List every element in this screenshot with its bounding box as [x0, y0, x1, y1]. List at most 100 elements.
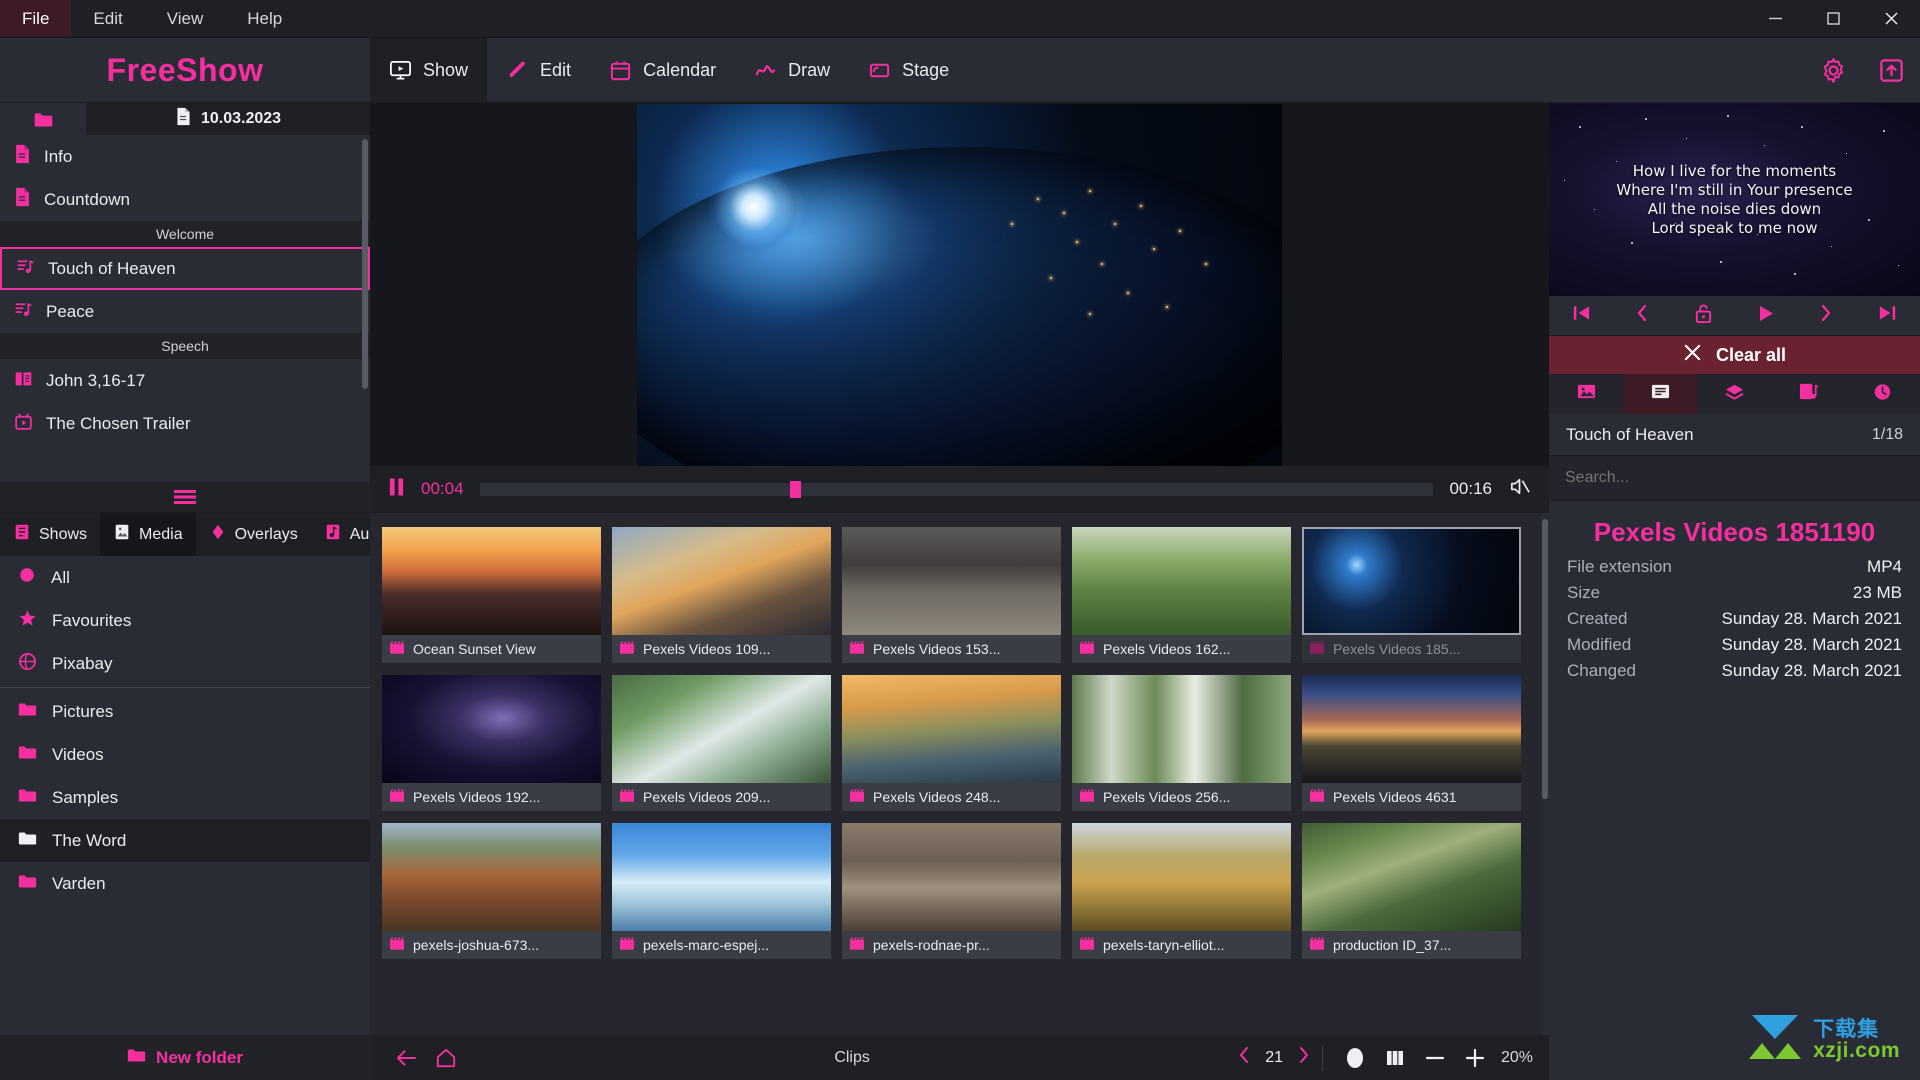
media-cell[interactable]: pexels-joshua-673... — [382, 823, 601, 959]
tab-draw[interactable]: Draw — [735, 38, 849, 102]
media-grid: Ocean Sunset View Pexels Videos 109... P… — [370, 513, 1541, 1035]
media-cell[interactable]: production ID_37... — [1302, 823, 1521, 959]
unlock-icon[interactable] — [1694, 303, 1713, 329]
song-icon — [16, 257, 35, 281]
minus-icon[interactable] — [1415, 1048, 1455, 1068]
seek-handle[interactable] — [790, 481, 801, 498]
pause-icon[interactable] — [388, 477, 405, 502]
video-controls: 00:04 00:16 — [370, 466, 1549, 512]
project-panel: 10.03.2023 Info Countdown Wel — [0, 103, 370, 513]
menu-file[interactable]: File — [0, 0, 71, 37]
clear-tab-music[interactable] — [1772, 374, 1846, 414]
media-grid-scrollbar[interactable] — [1541, 513, 1549, 1035]
category-all[interactable]: All — [0, 556, 370, 599]
clip-icon — [1309, 641, 1325, 658]
media-cell[interactable]: Pexels Videos 209... — [612, 675, 831, 811]
chevron-left-icon[interactable] — [1238, 1046, 1251, 1069]
media-cell[interactable]: Pexels Videos 162... — [1072, 527, 1291, 663]
search-input[interactable] — [1565, 469, 1904, 487]
project-item-countdown[interactable]: Countdown — [0, 178, 370, 221]
left-column: 10.03.2023 Info Countdown Wel — [0, 103, 370, 1080]
project-item-label: John 3,16-17 — [46, 371, 145, 391]
clear-tab-image[interactable] — [1549, 374, 1623, 414]
gear-icon[interactable] — [1804, 38, 1862, 102]
media-cell[interactable]: Pexels Videos 248... — [842, 675, 1061, 811]
project-item-john-3[interactable]: John 3,16-17 — [0, 359, 370, 402]
skip-start-icon[interactable] — [1571, 304, 1592, 327]
output-slide-index: 1/18 — [1872, 426, 1903, 444]
layers-icon — [1724, 382, 1745, 406]
media-cell[interactable]: Ocean Sunset View — [382, 527, 601, 663]
project-folder-button[interactable] — [0, 103, 86, 135]
media-cell[interactable]: Pexels Videos 4631 — [1302, 675, 1521, 811]
media-cell[interactable]: Pexels Videos 153... — [842, 527, 1061, 663]
media-count: 21 — [1265, 1049, 1283, 1067]
menu-help[interactable]: Help — [225, 0, 304, 37]
chevron-right-icon[interactable] — [1818, 304, 1833, 327]
category-label: Pictures — [52, 702, 113, 722]
tab-calendar[interactable]: Calendar — [590, 38, 735, 102]
project-item-info[interactable]: Info — [0, 135, 370, 178]
project-item-touch-of-heaven[interactable]: Touch of Heaven — [0, 247, 370, 290]
grid-icon[interactable] — [1375, 1048, 1415, 1068]
category-pictures[interactable]: Pictures — [0, 690, 370, 733]
tab-stage[interactable]: Stage — [849, 38, 968, 102]
clip-icon — [619, 641, 635, 658]
category-videos[interactable]: Videos — [0, 733, 370, 776]
chevron-left-icon[interactable] — [1635, 304, 1650, 327]
media-cell[interactable]: pexels-rodnae-pr... — [842, 823, 1061, 959]
minimize-icon[interactable] — [1746, 0, 1804, 37]
folder-icon — [18, 700, 37, 724]
media-thumbnail — [842, 527, 1061, 635]
menu-view[interactable]: View — [145, 0, 226, 37]
close-icon[interactable] — [1862, 0, 1920, 37]
category-favourites[interactable]: Favourites — [0, 599, 370, 642]
menu-edit[interactable]: Edit — [71, 0, 144, 37]
category-varden[interactable]: Varden — [0, 862, 370, 905]
chevron-right-icon[interactable] — [1297, 1046, 1310, 1069]
plus-icon[interactable] — [1455, 1048, 1495, 1068]
home-icon[interactable] — [426, 1048, 466, 1068]
video-preview-area[interactable] — [370, 103, 1549, 466]
media-cell[interactable]: Pexels Videos 192... — [382, 675, 601, 811]
tab-overlays[interactable]: Overlays — [196, 513, 311, 556]
category-the-word[interactable]: The Word — [0, 819, 370, 862]
tab-shows[interactable]: Shows — [0, 513, 100, 556]
media-label: Pexels Videos 209... — [643, 789, 770, 805]
new-folder-button[interactable]: New folder — [0, 1035, 370, 1080]
output-lyrics: How I live for the moments Where I'm sti… — [1549, 103, 1920, 296]
media-cell[interactable]: Pexels Videos 109... — [612, 527, 831, 663]
project-list-scrollbar[interactable] — [362, 139, 368, 389]
play-icon[interactable] — [1757, 304, 1775, 328]
clip-icon — [1309, 789, 1325, 806]
file-info-title: Pexels Videos 1851190 — [1567, 517, 1902, 548]
clear-tab-clock[interactable] — [1846, 374, 1920, 414]
export-icon[interactable] — [1862, 38, 1920, 102]
tab-media[interactable]: Media — [100, 513, 196, 556]
media-cell-selected[interactable]: Pexels Videos 185... — [1302, 527, 1521, 663]
audio-icon — [324, 523, 342, 546]
tab-show[interactable]: Show — [370, 38, 487, 102]
media-cell[interactable]: pexels-taryn-elliot... — [1072, 823, 1291, 959]
project-item-peace[interactable]: Peace — [0, 290, 370, 333]
tab-media-label: Media — [139, 526, 183, 544]
video-seek-bar[interactable] — [480, 483, 1434, 496]
muted-icon[interactable] — [1508, 475, 1531, 503]
arrow-left-icon[interactable] — [386, 1048, 426, 1068]
category-pixabay[interactable]: Pixabay — [0, 642, 370, 685]
output-preview[interactable]: How I live for the moments Where I'm sti… — [1549, 103, 1920, 296]
maximize-icon[interactable] — [1804, 0, 1862, 37]
clear-tab-layers[interactable] — [1697, 374, 1771, 414]
project-list-handle[interactable] — [0, 482, 370, 512]
category-samples[interactable]: Samples — [0, 776, 370, 819]
oval-icon[interactable] — [1335, 1046, 1375, 1070]
media-cell[interactable]: pexels-marc-espej... — [612, 823, 831, 959]
search-box[interactable] — [1549, 456, 1920, 501]
clear-all-button[interactable]: Clear all — [1549, 336, 1920, 374]
tab-edit[interactable]: Edit — [487, 38, 590, 102]
media-cell[interactable]: Pexels Videos 256... — [1072, 675, 1291, 811]
project-item-chosen-trailer[interactable]: The Chosen Trailer — [0, 402, 370, 445]
media-caption: Pexels Videos 185... — [1302, 635, 1521, 663]
clear-tab-text[interactable] — [1623, 374, 1697, 414]
skip-end-icon[interactable] — [1877, 304, 1898, 327]
